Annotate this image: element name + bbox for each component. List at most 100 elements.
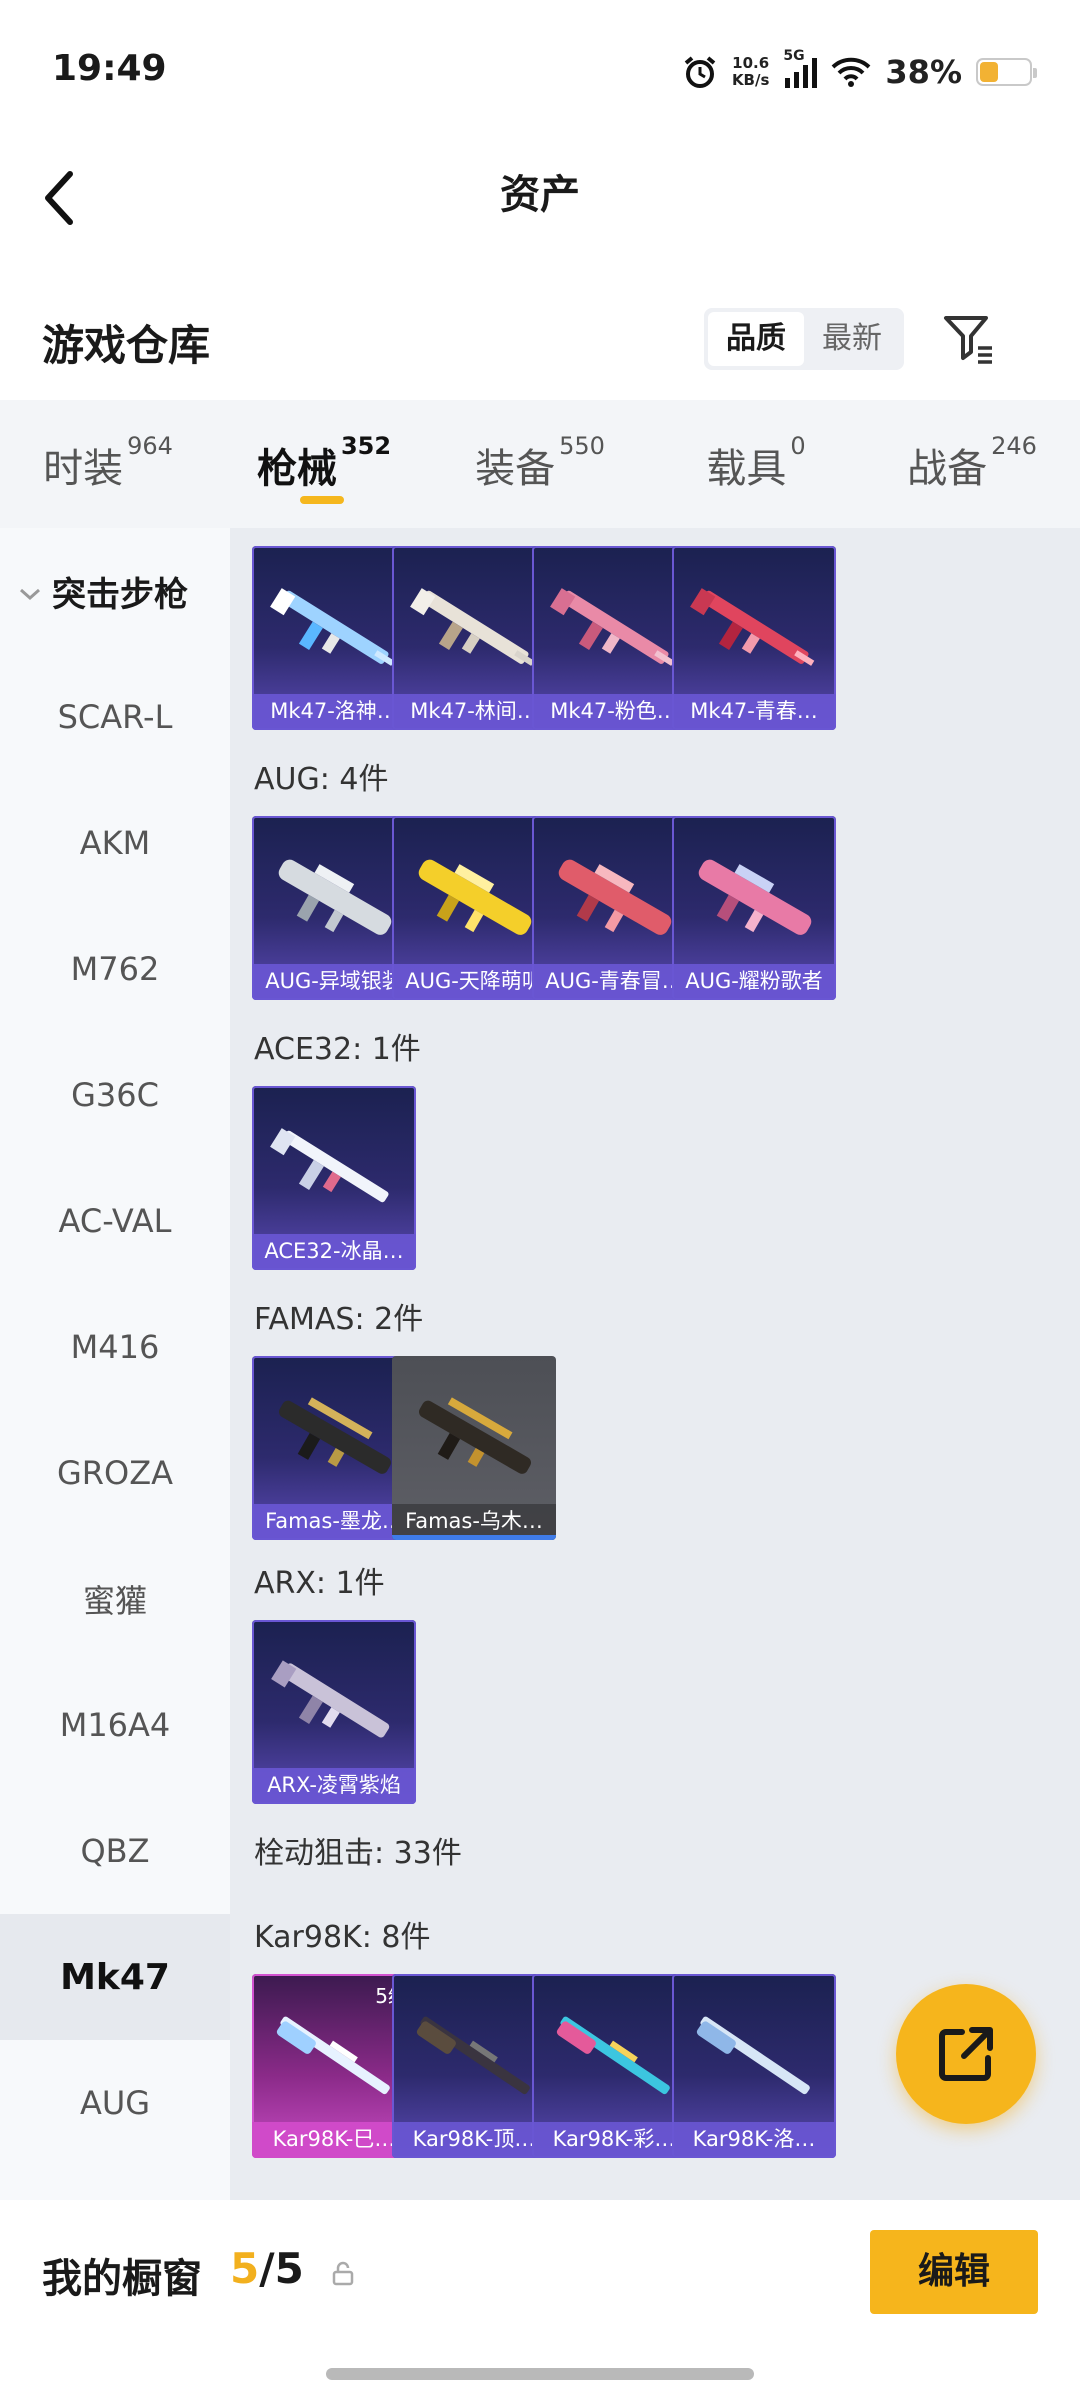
sidebar-item-m762[interactable]: M762 — [0, 906, 230, 1032]
tab-equipment[interactable]: 装备 550 — [432, 400, 648, 528]
tab-count: 0 — [790, 432, 806, 460]
tab-count: 352 — [340, 432, 392, 460]
weapon-card[interactable]: Kar98K-洛… — [672, 1974, 836, 2158]
group-title-bolt-sniper: 栓动狙击: 33件 — [254, 1836, 462, 1871]
sidebar-item-m16a4[interactable]: M16A4 — [0, 1662, 230, 1788]
sidebar-category-assault-rifle[interactable]: 突击步枪 — [0, 528, 230, 654]
tab-active-indicator — [300, 496, 344, 504]
tab-count: 246 — [991, 432, 1037, 460]
tab-label: 枪械 — [256, 446, 337, 492]
bottom-bar: 我的橱窗 5/5 编辑 — [0, 2200, 1080, 2400]
sort-option-quality[interactable]: 品质 — [708, 312, 804, 366]
sidebar-category-label: 突击步枪 — [52, 574, 188, 615]
warehouse-header: 游戏仓库 品质 最新 — [0, 290, 1080, 400]
sort-toggle: 品质 最新 — [704, 308, 904, 370]
weapon-card-label: ARX-凌霄紫焰 — [252, 1768, 416, 1804]
rifle-icon — [416, 2016, 530, 2095]
weapon-card-label: Famas-乌木… — [392, 1504, 556, 1540]
home-indicator[interactable] — [326, 2368, 754, 2380]
rifle-icon — [270, 1128, 389, 1203]
warehouse-title: 游戏仓库 — [42, 321, 211, 370]
status-time: 19:49 — [52, 48, 167, 89]
edit-button[interactable]: 编辑 — [870, 2230, 1038, 2314]
nav-header: 资产 — [0, 140, 1080, 250]
category-tabs: 时装 964 枪械 352 装备 550 载具 0 战备 246 — [0, 400, 1080, 528]
group-title-arx: ARX: 1件 — [254, 1566, 385, 1601]
battery-percent: 38% — [885, 53, 962, 91]
rifle-icon — [276, 2016, 390, 2095]
network-type: 5G — [783, 48, 805, 64]
page-title: 资产 — [500, 172, 580, 218]
rifle-icon — [271, 1660, 390, 1738]
group-title-kar98k: Kar98K: 8件 — [254, 1920, 431, 1955]
tab-fashion[interactable]: 时装 964 — [0, 400, 216, 528]
weapon-card-label: Mk47-青春… — [672, 694, 836, 730]
weapon-card-label: Kar98K-洛… — [672, 2122, 836, 2158]
chevron-down-icon — [18, 571, 44, 611]
weapon-card[interactable]: ACE32-冰晶… — [252, 1086, 416, 1270]
weapon-card[interactable]: Famas-乌木… — [392, 1356, 556, 1540]
sidebar-item-groza[interactable]: GROZA — [0, 1410, 230, 1536]
sidebar-item-m416[interactable]: M416 — [0, 1284, 230, 1410]
sidebar-item-aug[interactable]: AUG — [0, 2040, 230, 2166]
tab-label: 载具 — [706, 446, 787, 492]
tab-label: 时装 — [43, 446, 124, 492]
weapon-card[interactable]: AUG-耀粉歌者 — [672, 816, 836, 1000]
sidebar-item-qbz[interactable]: QBZ — [0, 1788, 230, 1914]
sort-option-newest[interactable]: 最新 — [804, 312, 900, 366]
weapon-sidebar: 突击步枪 SCAR-L AKM M762 G36C AC-VAL M416 GR… — [0, 528, 230, 2200]
tab-guns[interactable]: 枪械 352 — [216, 400, 432, 528]
rifle-icon — [690, 588, 815, 666]
lock-icon — [330, 2260, 356, 2286]
tab-vehicles[interactable]: 载具 0 — [648, 400, 864, 528]
rifle-icon — [556, 2016, 670, 2095]
rifle-icon — [550, 588, 675, 666]
alarm-icon — [682, 54, 718, 90]
rifle-icon — [698, 859, 812, 935]
tab-battle-gear[interactable]: 战备 246 — [864, 400, 1080, 528]
net-speed: 10.6 KB/s — [732, 55, 769, 89]
tab-count: 964 — [127, 432, 173, 460]
sidebar-item-mk47[interactable]: Mk47 — [0, 1914, 230, 2040]
status-bar: 19:49 10.6 KB/s 5G 38% — [0, 0, 1080, 140]
rifle-icon — [278, 859, 392, 935]
sidebar-item-akm[interactable]: AKM — [0, 780, 230, 906]
tab-label: 装备 — [475, 446, 556, 492]
sidebar-item-ac-val[interactable]: AC-VAL — [0, 1158, 230, 1284]
rifle-icon — [279, 1397, 391, 1474]
tab-label: 战备 — [907, 446, 988, 492]
signal-icon: 5G — [783, 48, 818, 90]
group-title-famas: FAMAS: 2件 — [254, 1302, 424, 1337]
rifle-icon — [410, 588, 535, 666]
showcase-current: 5 — [230, 2244, 260, 2293]
weapon-card-label: ACE32-冰晶… — [252, 1234, 416, 1270]
weapon-grid: Mk47-洛神… Mk47-林间… Mk47-粉色… Mk47-青春… AUG:… — [230, 528, 1080, 2200]
battery-icon — [976, 58, 1037, 86]
weapon-card-label: AUG-耀粉歌者 — [672, 964, 836, 1000]
battery-fill — [980, 62, 999, 82]
group-title-ace32: ACE32: 1件 — [254, 1032, 421, 1067]
showcase-separator: / — [259, 2244, 275, 2293]
net-speed-unit: KB/s — [731, 71, 770, 89]
weapon-card[interactable]: ARX-凌霄紫焰 — [252, 1620, 416, 1804]
net-speed-value: 10.6 — [732, 54, 770, 72]
sidebar-item-scar-l[interactable]: SCAR-L — [0, 654, 230, 780]
filter-icon[interactable] — [940, 310, 998, 368]
rifle-icon — [696, 2016, 810, 2095]
rifle-icon — [558, 859, 672, 935]
showcase-total: 5 — [274, 2244, 304, 2293]
weapon-card[interactable]: Mk47-青春… — [672, 546, 836, 730]
share-external-icon — [939, 2027, 993, 2081]
rifle-icon — [270, 588, 395, 666]
rifle-icon — [419, 1397, 531, 1474]
sidebar-item-honey-badger[interactable]: 蜜獾 — [0, 1536, 230, 1662]
sidebar-item-g36c[interactable]: G36C — [0, 1032, 230, 1158]
wifi-icon — [831, 56, 871, 88]
share-button[interactable] — [896, 1984, 1036, 2124]
group-title-aug: AUG: 4件 — [254, 762, 389, 797]
rifle-icon — [418, 859, 532, 935]
showcase-count: 5/5 — [230, 2244, 304, 2293]
status-icons: 10.6 KB/s 5G 38% — [682, 48, 1037, 96]
tab-count: 550 — [559, 432, 605, 460]
showcase-label: 我的橱窗 — [42, 2256, 202, 2302]
